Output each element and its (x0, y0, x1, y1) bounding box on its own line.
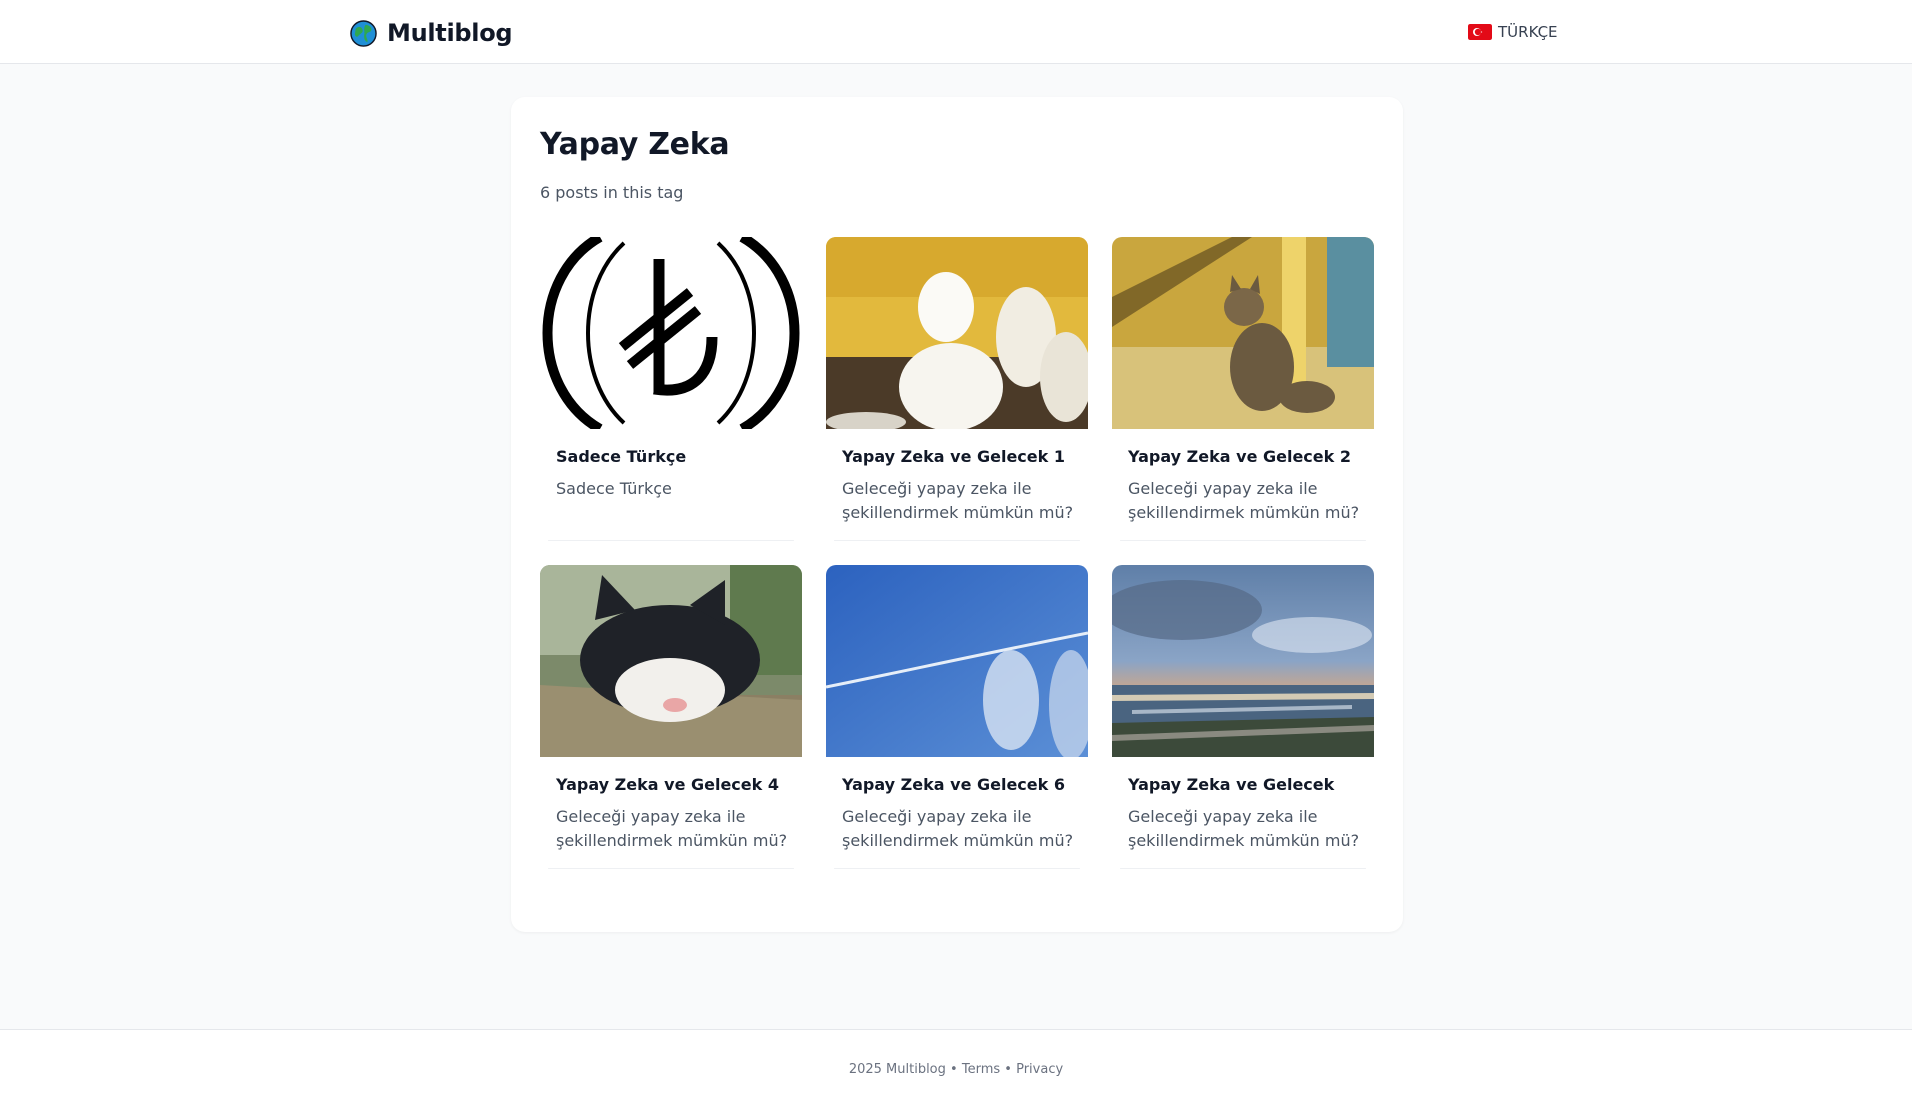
footer-terms-link[interactable]: Terms (962, 1062, 1000, 1077)
turkish-lira-logo-image (540, 237, 802, 429)
post-title[interactable]: Sadece Türkçe (556, 447, 686, 466)
post-title[interactable]: Yapay Zeka ve Gelecek (1128, 775, 1334, 794)
sleeping-cat-photo (540, 565, 802, 757)
post-excerpt: Sadece Türkçe (556, 479, 672, 498)
footer-line: 2025 Multiblog • Terms • Privacy (0, 1062, 1912, 1077)
post-grid: Sadece Türkçe Sadece Türkçe Yapay Zeka v… (540, 237, 1374, 869)
post-excerpt: Geleceği yapay zeka ile şekillendirmek m… (842, 807, 1074, 850)
top-navbar: Multiblog TÜRKÇE (0, 0, 1912, 64)
brand-home-link[interactable]: Multiblog (350, 17, 513, 49)
language-switcher[interactable]: TÜRKÇE (1468, 22, 1558, 42)
footer-separator: • (950, 1062, 958, 1077)
post-title[interactable]: Yapay Zeka ve Gelecek 6 (842, 775, 1065, 794)
white-chickens-photo (826, 237, 1088, 429)
turkey-flag-icon (1468, 24, 1492, 40)
page-title: Yapay Zeka (540, 127, 730, 162)
footer-separator: • (1004, 1062, 1012, 1077)
post-title[interactable]: Yapay Zeka ve Gelecek 4 (556, 775, 779, 794)
sea-sunset-photo (1112, 565, 1374, 757)
tabby-cat-photo (1112, 237, 1374, 429)
brand-name: Multiblog (387, 19, 513, 47)
post-title[interactable]: Yapay Zeka ve Gelecek 1 (842, 447, 1065, 466)
language-label: TÜRKÇE (1498, 23, 1558, 41)
globe-icon (350, 19, 377, 47)
post-excerpt: Geleceği yapay zeka ile şekillendirmek m… (1128, 479, 1360, 522)
post-excerpt: Geleceği yapay zeka ile şekillendirmek m… (842, 479, 1074, 522)
post-card[interactable]: Yapay Zeka ve Gelecek 6 Geleceği yapay z… (826, 565, 1088, 869)
post-title[interactable]: Yapay Zeka ve Gelecek 2 (1128, 447, 1351, 466)
page-footer: 2025 Multiblog • Terms • Privacy (0, 1029, 1912, 1115)
blue-sky-contrail-photo (826, 565, 1088, 757)
post-card[interactable]: Yapay Zeka ve Gelecek 4 Geleceği yapay z… (540, 565, 802, 869)
post-excerpt: Geleceği yapay zeka ile şekillendirmek m… (1128, 807, 1360, 850)
post-count: 6 posts in this tag (540, 183, 684, 202)
footer-copyright: 2025 Multiblog (848, 1062, 946, 1077)
post-card[interactable]: Yapay Zeka ve Gelecek Geleceği yapay zek… (1112, 565, 1374, 869)
footer-privacy-link[interactable]: Privacy (1016, 1062, 1063, 1077)
post-card[interactable]: Yapay Zeka ve Gelecek 1 Geleceği yapay z… (826, 237, 1088, 541)
post-card[interactable]: Sadece Türkçe Sadece Türkçe (540, 237, 802, 541)
post-excerpt: Geleceği yapay zeka ile şekillendirmek m… (556, 807, 788, 850)
tag-panel: Yapay Zeka 6 posts in this tag Sadece Tü… (511, 97, 1403, 932)
post-card[interactable]: Yapay Zeka ve Gelecek 2 Geleceği yapay z… (1112, 237, 1374, 541)
